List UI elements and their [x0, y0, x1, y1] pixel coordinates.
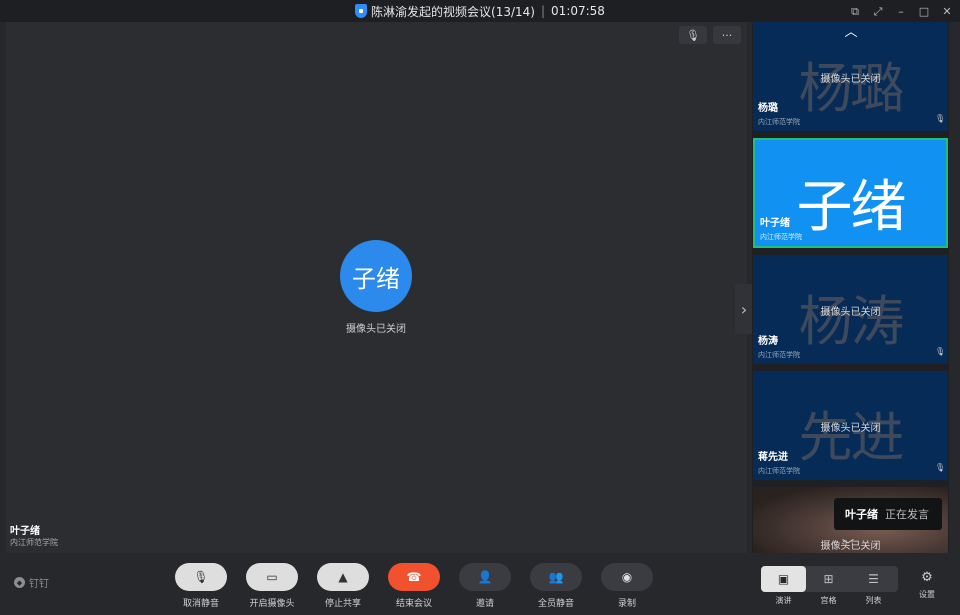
list-view-label: 列表: [865, 596, 882, 605]
hangup-icon: ☎: [388, 563, 440, 591]
record-button[interactable]: ◉ 录制: [597, 563, 657, 609]
active-speaker-name: 叶子绪: [845, 508, 878, 521]
record-label: 录制: [617, 599, 636, 609]
stage-speaker-org: 内江师范学院: [10, 538, 58, 547]
tile-name: 杨璐: [758, 103, 778, 114]
share-icon: ▲: [317, 563, 369, 591]
grid-view-label: 宫格: [820, 596, 837, 605]
stop-share-button[interactable]: ▲ 停止共享: [313, 563, 373, 609]
camera-off-status: 摄像头已关闭: [346, 324, 406, 335]
speaker-view-label: 演讲: [775, 596, 792, 605]
mic-muted-icon: 🎙: [935, 463, 946, 472]
stage-tools: 🎙 ···: [679, 26, 741, 44]
view-switcher: ▣ ⊞ ☰: [761, 566, 898, 592]
chevron-right-icon[interactable]: ›: [735, 284, 753, 334]
end-meeting-label: 结束会议: [395, 599, 432, 609]
minimize-icon[interactable]: –: [894, 4, 908, 18]
pin-button[interactable]: ◆ 钉钉: [14, 575, 49, 590]
invite-button[interactable]: 👤 邀请: [455, 563, 515, 609]
tile-org: 内江师范学院: [758, 351, 800, 359]
participant-tile-active[interactable]: 子绪 叶子绪 内江师范学院: [753, 138, 948, 248]
participant-panel: ︿ 杨璐 摄像头已关闭 杨璐 内江师范学院 🎙 子绪 叶子绪 内江师范学院 杨涛…: [752, 22, 949, 553]
fullscreen-icon[interactable]: ⤢: [871, 4, 885, 18]
gear-icon: ⚙: [921, 570, 933, 585]
window-controls: ⧉ ⤢ – □ ✕: [848, 0, 954, 22]
tile-name: 蒋先进: [758, 452, 788, 463]
pip-icon[interactable]: ⧉: [848, 4, 862, 18]
main-video-stage: 🎙 ··· 子绪 摄像头已关闭 叶子绪 内江师范学院 ›: [6, 22, 753, 553]
pin-label: 钉钉: [29, 579, 49, 590]
mic-icon[interactable]: 🎙: [679, 26, 707, 44]
invite-label: 邀请: [475, 599, 494, 609]
tile-org: 内江师范学院: [760, 233, 802, 241]
settings-button[interactable]: ⚙ 设置: [913, 570, 941, 600]
mic-muted-icon: 🎙: [935, 114, 946, 123]
meeting-title-text: 陈淋渝发起的视频会议(13/14): [371, 4, 535, 19]
tile-camera-status: 摄像头已关闭: [820, 74, 881, 85]
speaker-view-icon[interactable]: ▣: [761, 566, 806, 592]
tile-avatar-text: 子绪: [796, 175, 907, 240]
tile-camera-status: 摄像头已关闭: [820, 423, 881, 434]
chevron-down-icon[interactable]: ﹀: [842, 536, 854, 553]
unmute-label: 取消静音: [182, 599, 219, 609]
meeting-title: 陈淋渝发起的视频会议(13/14) | 01:07:58: [355, 3, 605, 20]
camera-off-icon: ▭: [246, 563, 298, 591]
secure-shield-icon: [355, 4, 368, 18]
end-meeting-button[interactable]: ☎ 结束会议: [384, 563, 444, 609]
tile-org: 内江师范学院: [758, 118, 800, 126]
mute-all-icon: 👥: [530, 563, 582, 591]
chevron-up-icon[interactable]: ︿: [836, 22, 866, 40]
start-camera-button[interactable]: ▭ 开启摄像头: [242, 563, 302, 609]
stage-speaker-name: 叶子绪: [10, 526, 40, 537]
settings-label: 设置: [919, 590, 935, 599]
active-speaker-status: 正在发言: [885, 508, 929, 521]
unmute-button[interactable]: 🎙 取消静音: [171, 563, 231, 609]
participant-tile[interactable]: 杨涛 摄像头已关闭 杨涛 内江师范学院 🎙: [753, 255, 948, 364]
more-icon[interactable]: ···: [713, 26, 741, 44]
tile-org: 内江师范学院: [758, 467, 800, 475]
grid-view-icon[interactable]: ⊞: [806, 566, 851, 592]
meeting-window: 陈淋渝发起的视频会议(13/14) | 01:07:58 ⧉ ⤢ – □ ✕ 🎙…: [0, 0, 960, 615]
active-speaker-indicator: 叶子绪 正在发言: [834, 498, 942, 530]
mute-all-label: 全员静音: [537, 599, 574, 609]
mic-muted-icon: 🎙: [935, 347, 946, 356]
view-labels: 演讲 宫格 列表: [761, 595, 898, 606]
stop-share-label: 停止共享: [324, 599, 361, 609]
maximize-icon[interactable]: □: [917, 4, 931, 18]
participant-tile[interactable]: 先进 摄像头已关闭 蒋先进 内江师范学院 🎙: [753, 371, 948, 480]
close-icon[interactable]: ✕: [940, 4, 954, 18]
title-bar: 陈淋渝发起的视频会议(13/14) | 01:07:58 ⧉ ⤢ – □ ✕: [0, 0, 960, 22]
speaker-avatar: 子绪: [340, 240, 412, 312]
meeting-toolbar: ◆ 钉钉 🎙 取消静音 ▭ 开启摄像头 ▲ 停止共享 ☎ 结束会议 👤 邀请 👥…: [0, 553, 960, 615]
tile-name: 杨涛: [758, 336, 778, 347]
mute-all-button[interactable]: 👥 全员静音: [526, 563, 586, 609]
record-icon: ◉: [601, 563, 653, 591]
list-view-icon[interactable]: ☰: [851, 566, 896, 592]
start-camera-label: 开启摄像头: [249, 599, 295, 609]
pin-icon: ◆: [14, 577, 25, 588]
meeting-duration: 01:07:58: [551, 4, 605, 18]
invite-icon: 👤: [459, 563, 511, 591]
tile-camera-status: 摄像头已关闭: [820, 307, 881, 318]
mic-muted-icon: 🎙: [175, 563, 227, 591]
tile-name: 叶子绪: [760, 218, 790, 229]
title-separator: |: [541, 4, 546, 18]
